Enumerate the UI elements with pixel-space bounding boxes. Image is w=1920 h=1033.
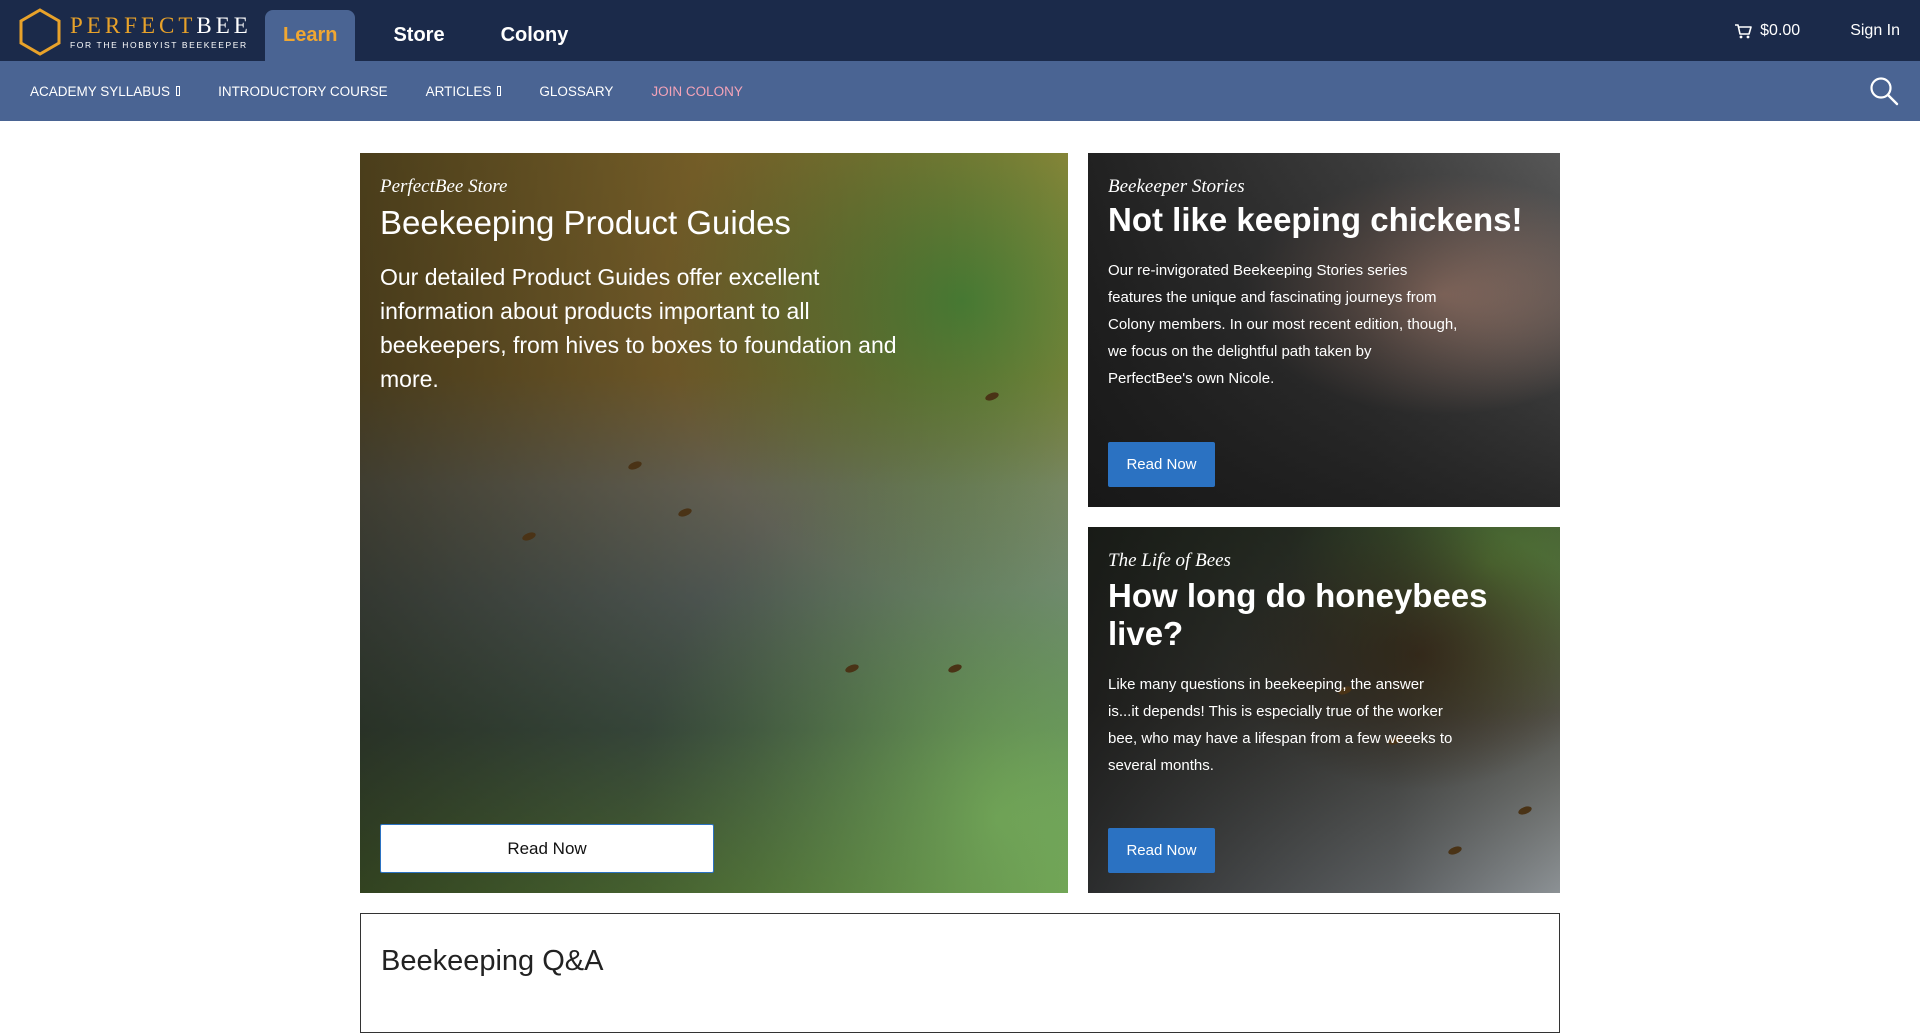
bee-decoration — [521, 530, 537, 543]
shopping-cart-icon — [1735, 23, 1752, 38]
read-now-button[interactable]: Read Now — [380, 824, 714, 873]
bee-decoration — [844, 662, 860, 675]
search-icon — [1870, 77, 1899, 106]
hexagon-logo-icon — [19, 8, 61, 56]
card-description: Like many questions in beekeeping, the a… — [1108, 676, 1453, 774]
bee-decoration — [1517, 804, 1533, 817]
subnav-articles[interactable]: ARTICLES — [426, 84, 502, 99]
top-header: PERFECTBEE FOR THE HOBBYIST BEEKEEPER Le… — [0, 0, 1920, 61]
brand-wordmark: PERFECTBEE FOR THE HOBBYIST BEEKEEPER — [70, 13, 252, 51]
subnav-join-colony[interactable]: JOIN COLONY — [651, 84, 743, 99]
read-now-button[interactable]: Read Now — [1108, 442, 1215, 487]
feature-card-product-guides: PerfectBee Store Beekeeping Product Guid… — [360, 153, 1068, 893]
bee-decoration — [984, 390, 1000, 403]
cart-amount: $0.00 — [1760, 21, 1801, 39]
sign-in-link[interactable]: Sign In — [1850, 22, 1900, 40]
tab-store[interactable]: Store — [375, 10, 462, 61]
card-kicker: The Life of Bees — [1108, 550, 1231, 571]
read-now-button[interactable]: Read Now — [1108, 828, 1215, 873]
card-title[interactable]: Beekeeping Product Guides — [380, 204, 791, 242]
main-nav: Learn Store Colony — [265, 10, 606, 61]
subnav-label: ACADEMY SYLLABUS — [30, 83, 171, 99]
card-description: Our detailed Product Guides offer excell… — [380, 264, 897, 392]
card-description: Our re-invigorated Beekeeping Stories se… — [1108, 262, 1458, 387]
brand-name-part1: PERFECT — [70, 13, 197, 38]
feature-card-beekeeper-stories: Beekeeper Stories Not like keeping chick… — [1088, 153, 1560, 507]
section-title: Beekeeping Q&A — [381, 945, 604, 977]
tab-colony[interactable]: Colony — [483, 10, 587, 61]
dropdown-box-icon — [497, 86, 502, 96]
subnav-academy-syllabus[interactable]: ACADEMY SYLLABUS — [30, 83, 181, 99]
cart-button[interactable]: $0.00 — [1734, 22, 1800, 40]
subnav-label: INTRODUCTORY COURSE — [218, 83, 388, 99]
bee-decoration — [627, 459, 643, 472]
subnav-label: JOIN COLONY — [651, 83, 743, 99]
bee-decoration — [1447, 844, 1463, 857]
brand-tagline: FOR THE HOBBYIST BEEKEEPER — [70, 40, 248, 50]
secondary-nav-list: ACADEMY SYLLABUS INTRODUCTORY COURSE ART… — [30, 61, 781, 121]
brand-logo[interactable]: PERFECTBEE FOR THE HOBBYIST BEEKEEPER — [18, 8, 252, 56]
bee-decoration — [677, 506, 693, 519]
header-actions: $0.00 Sign In — [1734, 0, 1900, 61]
subnav-label: GLOSSARY — [539, 83, 614, 99]
subnav-introductory-course[interactable]: INTRODUCTORY COURSE — [218, 84, 388, 99]
subnav-label: ARTICLES — [425, 83, 492, 99]
bee-decoration — [947, 662, 963, 675]
card-kicker: PerfectBee Store — [380, 176, 508, 197]
card-title[interactable]: Not like keeping chickens! — [1108, 201, 1522, 239]
secondary-nav: ACADEMY SYLLABUS INTRODUCTORY COURSE ART… — [0, 61, 1920, 121]
search-button[interactable] — [1868, 75, 1900, 107]
dropdown-box-icon — [176, 86, 181, 96]
brand-name-part2: BEE — [196, 13, 252, 38]
subnav-glossary[interactable]: GLOSSARY — [539, 84, 613, 99]
tab-learn[interactable]: Learn — [265, 10, 356, 61]
card-kicker: Beekeeper Stories — [1108, 176, 1245, 197]
feature-card-life-of-bees: The Life of Bees How long do honeybees l… — [1088, 527, 1560, 893]
qa-section: Beekeeping Q&A — [360, 913, 1560, 1033]
card-title[interactable]: How long do honeybees live? — [1108, 577, 1528, 653]
